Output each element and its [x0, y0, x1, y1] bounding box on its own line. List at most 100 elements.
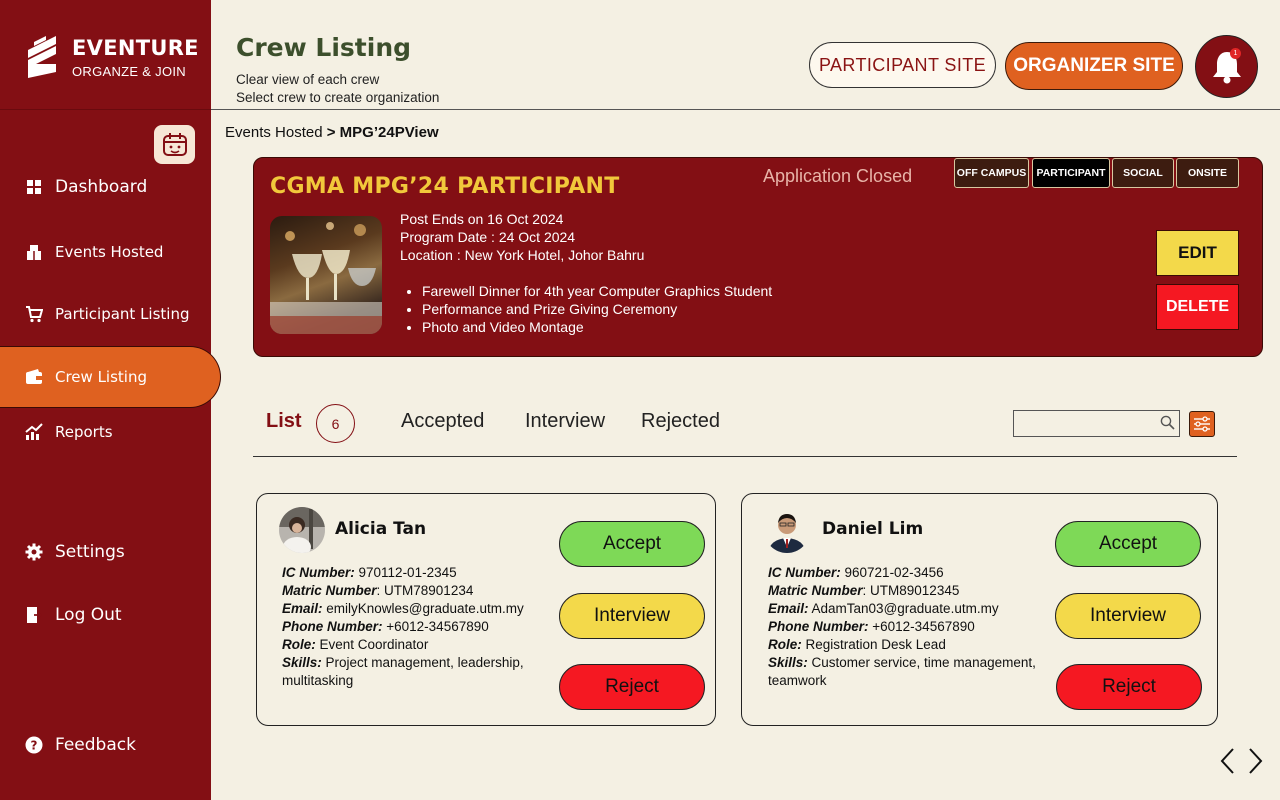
- avatar: [764, 507, 810, 553]
- interview-button[interactable]: Interview: [559, 593, 705, 639]
- search-icon[interactable]: [1160, 415, 1175, 430]
- notifications-button[interactable]: [1195, 35, 1258, 98]
- field-label: Role:: [768, 637, 802, 652]
- event-info: Post Ends on 16 Oct 2024 Program Date : …: [400, 210, 644, 264]
- event-image: [270, 216, 382, 334]
- tag-participant: PARTICIPANT: [1032, 158, 1110, 188]
- sidebar-item-events-hosted[interactable]: Events Hosted: [0, 232, 211, 272]
- breadcrumb-current: MPG’24PView: [339, 124, 439, 141]
- tag-social: SOCIAL: [1112, 158, 1174, 188]
- tag-off-campus: OFF CAMPUS: [954, 158, 1029, 188]
- field-label: Phone Number:: [282, 619, 383, 634]
- sidebar-item-dashboard[interactable]: Dashboard: [0, 167, 211, 207]
- crew-name: Daniel Lim: [822, 519, 924, 539]
- ic-number: 960721-02-3456: [840, 565, 944, 580]
- sidebar-item-feedback[interactable]: ? Feedback: [0, 725, 211, 765]
- previous-page-button[interactable]: [1217, 746, 1237, 776]
- sidebar-item-label: Reports: [55, 423, 113, 441]
- field-label: Email:: [282, 601, 323, 616]
- list-item: Photo and Video Montage: [422, 318, 772, 336]
- matric-number: : UTM89012345: [862, 583, 960, 598]
- breadcrumb-parent[interactable]: Events Hosted: [225, 124, 323, 141]
- logo[interactable]: EVENTURE ORGANZE & JOIN: [0, 0, 211, 110]
- field-label: Phone Number:: [768, 619, 869, 634]
- event-title: CGMA MPG’24 PARTICIPANT: [270, 174, 620, 199]
- post-ends: Post Ends on 16 Oct 2024: [400, 211, 564, 227]
- cart-icon: [24, 304, 44, 324]
- sidebar-item-label: Participant Listing: [55, 305, 190, 323]
- sidebar-item-label: Log Out: [55, 605, 122, 625]
- eventure-logo-icon: [28, 36, 56, 78]
- search-input[interactable]: [1014, 411, 1154, 435]
- sidebar-item-label: Settings: [55, 542, 125, 562]
- crew-card: Daniel Lim IC Number: 960721-02-3456 Mat…: [741, 493, 1218, 726]
- page-title: Crew Listing: [236, 33, 412, 62]
- event-highlights: Farewell Dinner for 4th year Computer Gr…: [422, 282, 772, 336]
- next-page-button[interactable]: [1246, 746, 1266, 776]
- organizer-site-button[interactable]: ORGANIZER SITE: [1005, 42, 1183, 90]
- boxes-icon: [24, 242, 44, 262]
- gear-icon: [24, 542, 44, 562]
- role: Event Coordinator: [315, 637, 429, 652]
- matric-number: : UTM78901234: [376, 583, 474, 598]
- sidebar-item-participant-listing[interactable]: Participant Listing: [0, 294, 211, 334]
- tab-rejected[interactable]: Rejected: [641, 410, 720, 433]
- grid-icon: [24, 177, 44, 197]
- calendar-button[interactable]: [154, 125, 195, 164]
- role: Registration Desk Lead: [801, 637, 946, 652]
- filter-button[interactable]: [1189, 411, 1215, 437]
- crew-details: IC Number: 970112-01-2345 Matric Number:…: [282, 564, 557, 690]
- accept-button[interactable]: Accept: [559, 521, 705, 567]
- field-label: Matric Number: [282, 583, 377, 598]
- field-label: Skills:: [768, 655, 808, 670]
- sidebar-item-settings[interactable]: Settings: [0, 532, 211, 572]
- page-subtitle: Clear view of each crew: [236, 72, 380, 87]
- field-label: Matric Number: [768, 583, 863, 598]
- participant-site-button[interactable]: PARTICIPANT SITE: [809, 42, 996, 88]
- interview-button[interactable]: Interview: [1055, 593, 1201, 639]
- calendar-icon: [162, 132, 187, 156]
- sliders-icon: [1194, 416, 1210, 432]
- field-label: IC Number:: [768, 565, 841, 580]
- breadcrumb-separator: >: [322, 124, 340, 141]
- tab-accepted[interactable]: Accepted: [401, 410, 484, 433]
- sidebar-item-label: Dashboard: [55, 177, 148, 197]
- chevron-left-icon: [1220, 748, 1234, 774]
- delete-button[interactable]: DELETE: [1156, 284, 1239, 330]
- sidebar-item-label: Crew Listing: [55, 368, 147, 386]
- help-icon: ?: [24, 735, 44, 755]
- chevron-right-icon: [1249, 748, 1263, 774]
- crew-details: IC Number: 960721-02-3456 Matric Number:…: [768, 564, 1043, 690]
- sidebar-item-label: Feedback: [55, 735, 136, 755]
- tag-onsite: ONSITE: [1176, 158, 1239, 188]
- svg-text:?: ?: [31, 739, 38, 753]
- notification-badge: 1: [1230, 48, 1241, 59]
- field-label: Skills:: [282, 655, 322, 670]
- sidebar: EVENTURE ORGANZE & JOIN Dashboard Events…: [0, 0, 221, 800]
- brand-tagline: ORGANZE & JOIN: [72, 64, 186, 79]
- reject-button[interactable]: Reject: [559, 664, 705, 710]
- edit-button[interactable]: EDIT: [1156, 230, 1239, 276]
- accept-button[interactable]: Accept: [1055, 521, 1201, 567]
- tabs-divider: [253, 456, 1237, 457]
- sidebar-item-reports[interactable]: Reports: [0, 412, 211, 452]
- chart-icon: [24, 422, 44, 442]
- reject-button[interactable]: Reject: [1056, 664, 1202, 710]
- event-card: CGMA MPG’24 PARTICIPANT Application Clos…: [253, 157, 1263, 357]
- program-date: Program Date : 24 Oct 2024: [400, 229, 576, 245]
- logout-icon: [24, 605, 44, 625]
- email: AdamTan03@graduate.utm.my: [808, 601, 999, 616]
- field-label: Email:: [768, 601, 809, 616]
- tab-interview[interactable]: Interview: [525, 410, 605, 433]
- list-item: Farewell Dinner for 4th year Computer Gr…: [422, 282, 772, 300]
- sidebar-item-crew-listing[interactable]: Crew Listing: [0, 346, 221, 408]
- application-status: Application Closed: [763, 166, 913, 186]
- tab-list[interactable]: List: [266, 410, 302, 433]
- list-count-badge: 6: [316, 404, 355, 443]
- phone-number: +6012-34567890: [382, 619, 489, 634]
- header-divider: [211, 109, 1280, 110]
- field-label: IC Number:: [282, 565, 355, 580]
- sidebar-item-log-out[interactable]: Log Out: [0, 595, 211, 635]
- field-label: Role:: [282, 637, 316, 652]
- brand-name: EVENTURE: [72, 36, 199, 60]
